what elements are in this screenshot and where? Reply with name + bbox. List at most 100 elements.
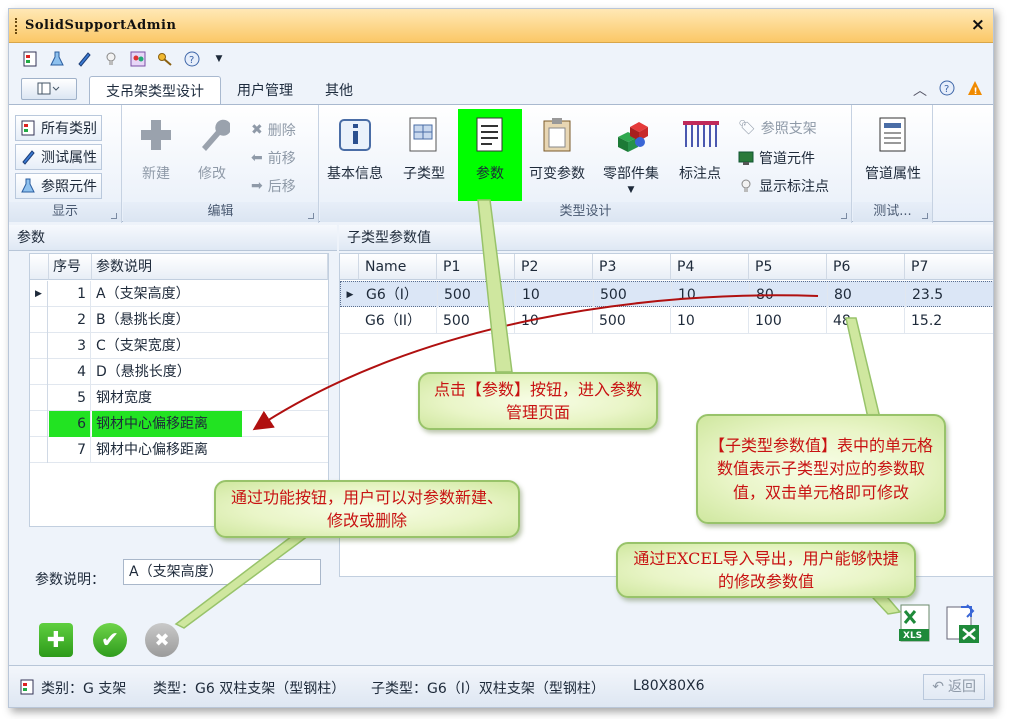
cell-p6[interactable]: 48 <box>827 308 905 334</box>
help-icon[interactable]: ? <box>183 50 201 68</box>
move-back-button[interactable]: ➡ 后移 <box>247 173 300 199</box>
undo-icon: ↶ <box>932 679 944 695</box>
document-icon <box>21 120 35 136</box>
cell-p1[interactable]: 500 <box>437 308 515 334</box>
table-row-highlighted[interactable]: 6 钢材中心偏移距离 <box>30 411 328 437</box>
test-attributes-label: 测试属性 <box>41 150 97 166</box>
cell-p5[interactable]: 100 <box>749 308 827 334</box>
group-expand-icon[interactable] <box>841 213 847 219</box>
delete-button[interactable]: ✖ 删除 <box>247 117 300 143</box>
warning-icon[interactable]: ! <box>967 80 983 100</box>
document-icon[interactable] <box>21 50 39 68</box>
row-number: 2 <box>49 307 91 333</box>
add-param-button[interactable]: ✚ <box>39 623 73 657</box>
group-expand-icon[interactable] <box>922 213 928 219</box>
table-row[interactable]: 5 钢材宽度 <box>30 385 328 411</box>
group-expand-icon[interactable] <box>308 213 314 219</box>
back-button[interactable]: ↶ 返回 <box>923 674 985 700</box>
column-header-p2[interactable]: P2 <box>515 254 593 280</box>
tag-icon: 🏷 <box>738 120 756 136</box>
dropdown-arrow-icon: ▼ <box>627 185 635 195</box>
cell-name[interactable]: G6（I） <box>360 282 438 308</box>
column-header-p6[interactable]: P6 <box>827 254 905 280</box>
modify-label: 修改 <box>198 166 226 182</box>
column-header-no[interactable]: 序号 <box>49 254 92 280</box>
row-indicator <box>30 411 48 437</box>
param-desc-input[interactable]: A（支架高度） <box>123 559 321 585</box>
ribbon-panel: 所有类别 测试属性 参照元件 显示 新建 修改 ✖ 删除 ⬅ 前移 ➡ 后移 编… <box>9 104 993 223</box>
column-header-p4[interactable]: P4 <box>671 254 749 280</box>
cell-p1[interactable]: 500 <box>438 282 516 308</box>
help-icon[interactable]: ? <box>939 80 955 100</box>
pen-icon[interactable] <box>75 50 93 68</box>
modify-button[interactable]: 修改 <box>187 109 237 201</box>
arrow-left-icon: ⬅ <box>251 150 263 166</box>
cell-p4[interactable]: 10 <box>671 308 749 334</box>
import-excel-button[interactable] <box>943 603 983 645</box>
column-header-desc[interactable]: 参数说明 <box>92 254 328 280</box>
tab-other[interactable]: 其他 <box>309 76 369 104</box>
table-row[interactable]: 4 D（悬挑长度） <box>30 359 328 385</box>
cell-p2[interactable]: 10 <box>515 308 593 334</box>
close-button[interactable]: × <box>971 15 985 35</box>
subtype-button[interactable]: 子类型 <box>398 109 450 201</box>
column-header-p1[interactable]: P1 <box>437 254 515 280</box>
column-header-p5[interactable]: P5 <box>749 254 827 280</box>
export-excel-button[interactable]: XLS <box>895 603 935 645</box>
cell-p5[interactable]: 80 <box>750 282 828 308</box>
basic-info-button[interactable]: 基本信息 <box>322 109 388 201</box>
subtype-label: 子类型 <box>403 166 445 182</box>
new-button[interactable]: 新建 <box>131 109 181 201</box>
table-row[interactable]: G6（II） 500 10 500 10 100 48 15.2 <box>340 308 993 334</box>
group-expand-icon[interactable] <box>111 213 117 219</box>
cell-name[interactable]: G6（II） <box>359 308 437 334</box>
column-header-name[interactable]: Name <box>359 254 437 280</box>
table-row[interactable]: 7 钢材中心偏移距离 <box>30 437 328 463</box>
reference-element-button[interactable]: 参照元件 <box>15 173 102 199</box>
reference-support-button[interactable]: 🏷 参照支架 <box>734 115 821 141</box>
column-header-p7[interactable]: P7 <box>905 254 993 280</box>
pipe-attributes-button[interactable]: 管道属性 <box>857 109 929 201</box>
parts-set-button[interactable]: 零部件集 ▼ <box>596 109 666 201</box>
tab-support-type-design[interactable]: 支吊架类型设计 <box>89 76 221 104</box>
table-icon <box>405 115 443 155</box>
cell-p2[interactable]: 10 <box>516 282 594 308</box>
cell-p3[interactable]: 500 <box>593 308 671 334</box>
cell-p3[interactable]: 500 <box>594 282 672 308</box>
row-number: 4 <box>49 359 91 385</box>
status-category: 类别：G 支架 <box>41 681 127 697</box>
confirm-param-button[interactable]: ✔ <box>93 623 127 657</box>
bulb-icon[interactable] <box>102 50 120 68</box>
cell-p6[interactable]: 80 <box>828 282 906 308</box>
all-categories-button[interactable]: 所有类别 <box>15 115 102 141</box>
grip-handle[interactable] <box>15 18 18 34</box>
current-row-icon: ▶ <box>30 281 48 307</box>
delete-param-button[interactable]: ✖ <box>145 623 179 657</box>
cell-p7[interactable]: 23.5 <box>906 282 993 308</box>
table-row[interactable]: ▶ 1 A（支架高度） <box>30 281 328 307</box>
mark-point-button[interactable]: 标注点 <box>672 109 728 201</box>
table-row[interactable]: 2 B（悬挑长度） <box>30 307 328 333</box>
cell-p4[interactable]: 10 <box>672 282 750 308</box>
key-icon[interactable] <box>156 50 174 68</box>
customize-dropdown-icon[interactable]: ▼ <box>210 50 228 68</box>
pipe-element-button[interactable]: 管道元件 <box>734 145 819 171</box>
variable-params-button[interactable]: 可变参数 <box>524 109 590 201</box>
svg-text:?: ? <box>189 55 194 66</box>
subtype-values-title: 子类型参数值 <box>339 225 993 251</box>
parts-set-label: 零部件集 <box>603 166 659 182</box>
column-header-p3[interactable]: P3 <box>593 254 671 280</box>
test-attributes-button[interactable]: 测试属性 <box>15 144 102 170</box>
users-icon[interactable] <box>129 50 147 68</box>
collapse-ribbon-icon[interactable]: ︿ <box>913 80 927 100</box>
row-number: 5 <box>49 385 91 411</box>
cell-p7[interactable]: 15.2 <box>905 308 993 334</box>
table-row-selected[interactable]: ▶ G6（I） 500 10 500 10 80 80 23.5 <box>340 281 993 308</box>
move-forward-button[interactable]: ⬅ 前移 <box>247 145 300 171</box>
flask-icon[interactable] <box>48 50 66 68</box>
app-menu-button[interactable] <box>21 78 77 100</box>
params-button[interactable]: 参数 <box>458 109 522 201</box>
show-mark-point-button[interactable]: 显示标注点 <box>734 173 833 199</box>
tab-user-management[interactable]: 用户管理 <box>221 76 309 104</box>
table-row[interactable]: 3 C（支架宽度） <box>30 333 328 359</box>
